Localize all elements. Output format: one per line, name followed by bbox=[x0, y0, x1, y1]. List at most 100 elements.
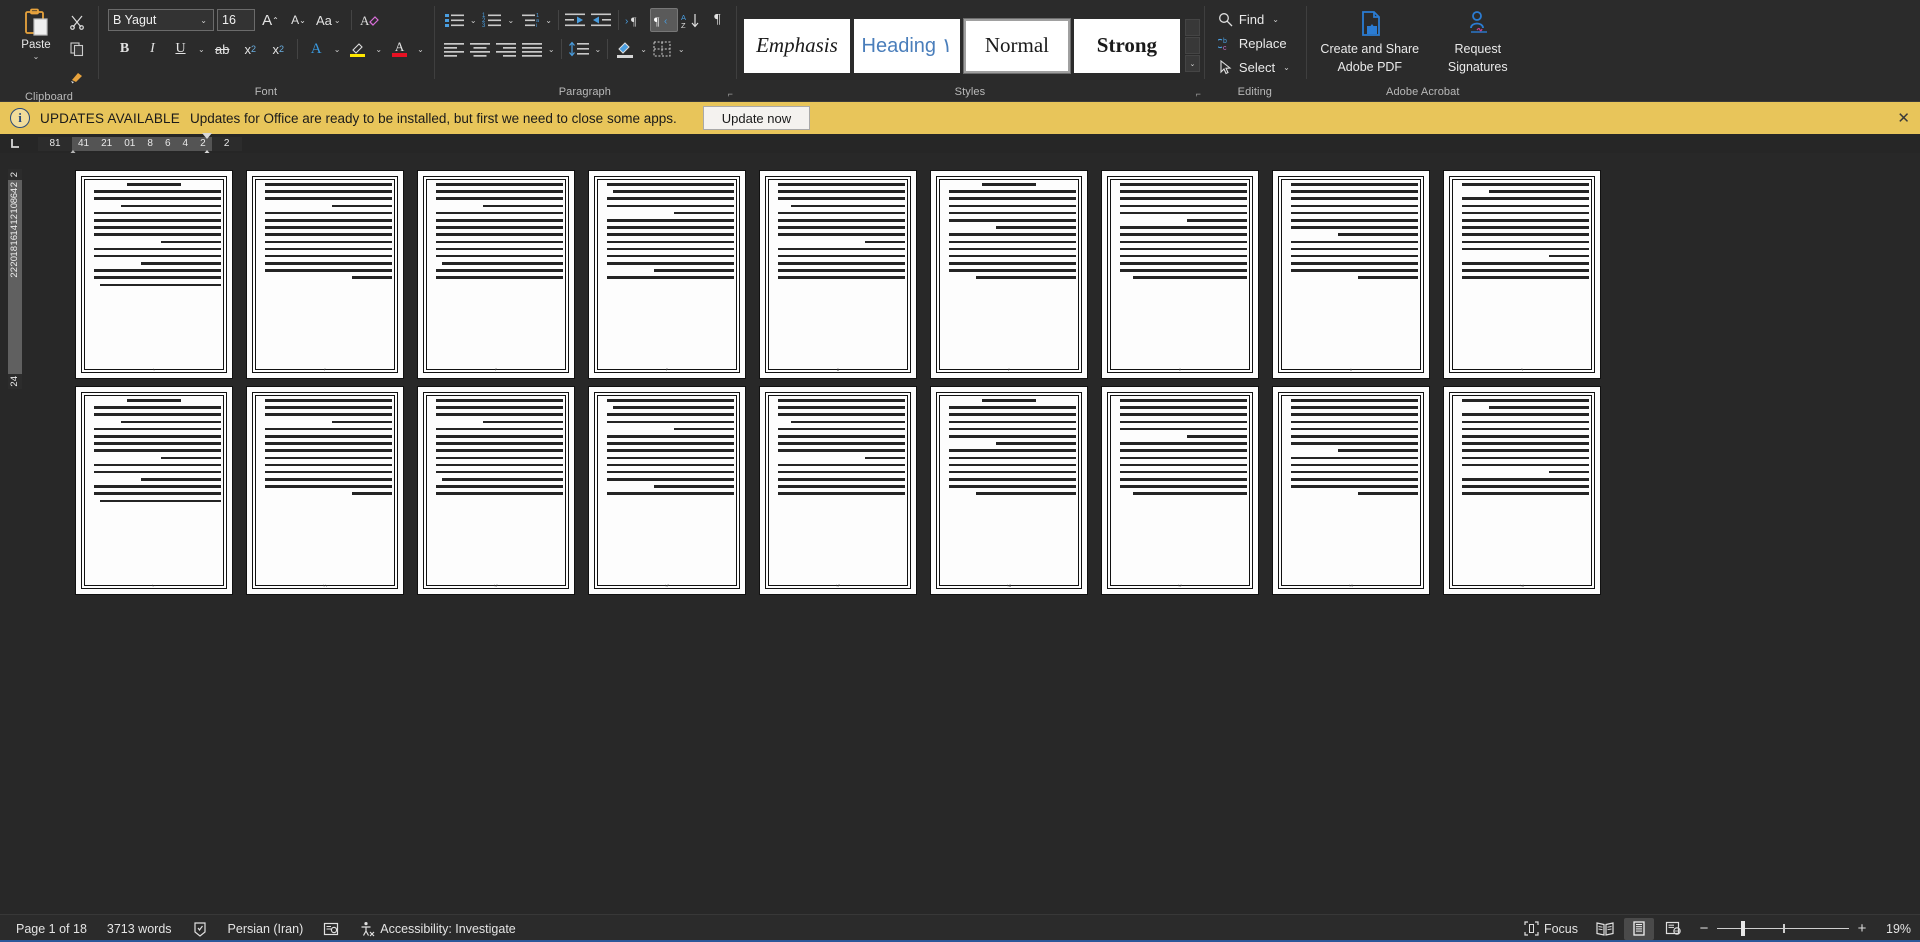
numbering-chevron-down-icon[interactable]: ⌄ bbox=[506, 16, 517, 25]
grow-font-button[interactable]: A ⌃ bbox=[258, 8, 283, 32]
style-heading-1[interactable]: Heading ۱ bbox=[853, 18, 960, 73]
zoom-level[interactable]: 19% bbox=[1878, 920, 1912, 938]
decrease-indent-button[interactable] bbox=[563, 8, 588, 32]
increase-indent-button[interactable] bbox=[589, 8, 614, 32]
document-page[interactable]: ۱۰ bbox=[76, 387, 232, 594]
styles-scroll-up-button[interactable] bbox=[1184, 19, 1200, 36]
update-now-button[interactable]: Update now bbox=[702, 106, 811, 130]
line-spacing-chevron-down-icon[interactable]: ⌄ bbox=[593, 45, 604, 54]
zoom-out-button[interactable]: − bbox=[1698, 920, 1710, 937]
document-page[interactable]: ۸ bbox=[1273, 171, 1429, 378]
styles-dialog-launcher[interactable]: ⌐ bbox=[1196, 89, 1201, 99]
paste-button[interactable]: Paste ⌄ bbox=[10, 6, 62, 61]
font-name-chevron-down-icon[interactable]: ⌄ bbox=[198, 16, 209, 25]
document-page[interactable]: ۱ bbox=[76, 171, 232, 378]
vertical-ruler[interactable]: 2 2 4 6 8 10 12 14 16 18 20 22 24 bbox=[8, 169, 22, 389]
align-right-button[interactable] bbox=[494, 37, 519, 61]
zoom-thumb[interactable] bbox=[1741, 920, 1745, 936]
language-indicator[interactable]: Persian (Iran) bbox=[220, 920, 312, 938]
font-name-combobox[interactable]: B Yagut ⌄ bbox=[108, 9, 214, 31]
subscript-button[interactable]: x2 bbox=[238, 37, 263, 61]
change-case-button[interactable]: Aa ⌄ bbox=[314, 8, 345, 32]
document-page[interactable]: ۳ bbox=[418, 171, 574, 378]
horizontal-ruler[interactable]: 81 41 21 01 8 6 4 2 2 bbox=[38, 132, 242, 160]
tab-stop-selector-button[interactable] bbox=[0, 134, 30, 153]
sort-button[interactable]: A Z bbox=[679, 8, 704, 32]
line-spacing-button[interactable] bbox=[566, 37, 592, 61]
document-page[interactable]: ۱۶ bbox=[1102, 387, 1258, 594]
display-settings-button[interactable] bbox=[315, 919, 347, 939]
align-left-button[interactable] bbox=[442, 37, 467, 61]
proofing-status-button[interactable] bbox=[184, 919, 216, 939]
font-color-chevron-down-icon[interactable]: ⌄ bbox=[415, 45, 426, 54]
document-page[interactable]: ۱۵ bbox=[931, 387, 1087, 594]
find-button[interactable]: Find ⌄ bbox=[1214, 8, 1285, 31]
text-highlight-button[interactable] bbox=[345, 37, 370, 61]
justify-button[interactable] bbox=[520, 37, 545, 61]
numbering-button[interactable]: 1 2 3 bbox=[480, 8, 505, 32]
document-page[interactable]: ۹ bbox=[1444, 171, 1600, 378]
document-page[interactable]: ۲ bbox=[247, 171, 403, 378]
format-painter-button[interactable] bbox=[64, 64, 90, 88]
create-and-share-adobe-pdf-button[interactable]: Create and Share Adobe PDF bbox=[1318, 7, 1422, 77]
document-page[interactable]: ۱۲ bbox=[418, 387, 574, 594]
zoom-track[interactable] bbox=[1717, 920, 1849, 936]
show-formatting-marks-button[interactable]: ¶ bbox=[705, 8, 730, 32]
paste-chevron-down-icon[interactable]: ⌄ bbox=[31, 52, 42, 61]
cut-button[interactable] bbox=[64, 10, 90, 34]
bullets-chevron-down-icon[interactable]: ⌄ bbox=[468, 16, 479, 25]
text-effects-button[interactable]: A bbox=[304, 37, 329, 61]
change-case-chevron-down-icon[interactable]: ⌄ bbox=[332, 16, 343, 25]
bold-button[interactable]: B bbox=[112, 37, 137, 61]
accessibility-checker-button[interactable]: Accessibility: Investigate bbox=[351, 919, 523, 939]
shading-chevron-down-icon[interactable]: ⌄ bbox=[638, 45, 649, 54]
clear-formatting-button[interactable]: A bbox=[358, 8, 383, 32]
align-center-button[interactable] bbox=[468, 37, 493, 61]
replace-button[interactable]: b c Replace bbox=[1214, 32, 1291, 55]
word-count[interactable]: 3713 words bbox=[99, 920, 180, 938]
shrink-font-button[interactable]: A ⌄ bbox=[286, 8, 311, 32]
font-size-combobox[interactable]: 16 bbox=[217, 9, 255, 31]
document-page[interactable]: ۱۷ bbox=[1273, 387, 1429, 594]
document-page[interactable]: ۵ bbox=[760, 171, 916, 378]
paragraph-dialog-launcher[interactable]: ⌐ bbox=[728, 89, 733, 99]
style-normal[interactable]: Normal bbox=[962, 17, 1071, 74]
first-line-indent-marker[interactable] bbox=[201, 132, 212, 139]
multilevel-chevron-down-icon[interactable]: ⌄ bbox=[543, 16, 554, 25]
multilevel-list-button[interactable]: 1 a i bbox=[517, 8, 542, 32]
find-chevron-down-icon[interactable]: ⌄ bbox=[1270, 15, 1281, 24]
font-color-button[interactable]: A bbox=[387, 37, 412, 61]
select-button[interactable]: Select ⌄ bbox=[1214, 56, 1296, 79]
document-page[interactable]: ۷ bbox=[1102, 171, 1258, 378]
web-layout-button[interactable] bbox=[1658, 918, 1688, 940]
borders-chevron-down-icon[interactable]: ⌄ bbox=[676, 45, 687, 54]
focus-mode-button[interactable]: Focus bbox=[1516, 919, 1586, 938]
shading-button[interactable] bbox=[612, 37, 637, 61]
bullets-button[interactable] bbox=[442, 8, 467, 32]
style-emphasis[interactable]: Emphasis bbox=[743, 18, 850, 73]
highlight-chevron-down-icon[interactable]: ⌄ bbox=[373, 45, 384, 54]
rtl-text-direction-button[interactable]: ¶ ‹ bbox=[649, 8, 678, 32]
style-strong[interactable]: Strong bbox=[1073, 18, 1180, 73]
underline-chevron-down-icon[interactable]: ⌄ bbox=[196, 45, 207, 54]
copy-button[interactable] bbox=[64, 37, 90, 61]
ltr-text-direction-button[interactable]: › ¶ bbox=[623, 8, 649, 32]
print-layout-button[interactable] bbox=[1624, 917, 1654, 940]
document-page[interactable]: ۱۸ bbox=[1444, 387, 1600, 594]
close-icon[interactable]: ✕ bbox=[1897, 109, 1910, 127]
styles-more-button[interactable]: ⌄ bbox=[1184, 55, 1200, 72]
request-signatures-button[interactable]: Request Signatures bbox=[1426, 7, 1530, 77]
select-chevron-down-icon[interactable]: ⌄ bbox=[1281, 63, 1292, 72]
document-page[interactable]: ۴ bbox=[589, 171, 745, 378]
italic-button[interactable]: I bbox=[140, 37, 165, 61]
strikethrough-button[interactable]: ab bbox=[210, 37, 235, 61]
document-page[interactable]: ۱۱ bbox=[247, 387, 403, 594]
zoom-slider[interactable]: − + bbox=[1692, 920, 1874, 937]
document-page[interactable]: ۱۳ bbox=[589, 387, 745, 594]
document-page[interactable]: ۶ bbox=[931, 171, 1087, 378]
pages-area[interactable]: ۱ ۲ ۳ ۴ ۵ ۶ ۷ ۸ ۹ ۱۰ ۱۱ ۱۲ ۱۳ ۱۴ ۱۵ ۱۶ ۱۷ ۱۸ bbox=[22, 153, 1920, 914]
justify-chevron-down-icon[interactable]: ⌄ bbox=[546, 45, 557, 54]
borders-button[interactable] bbox=[650, 37, 675, 61]
text-effects-chevron-down-icon[interactable]: ⌄ bbox=[332, 45, 343, 54]
read-mode-button[interactable] bbox=[1590, 918, 1620, 940]
